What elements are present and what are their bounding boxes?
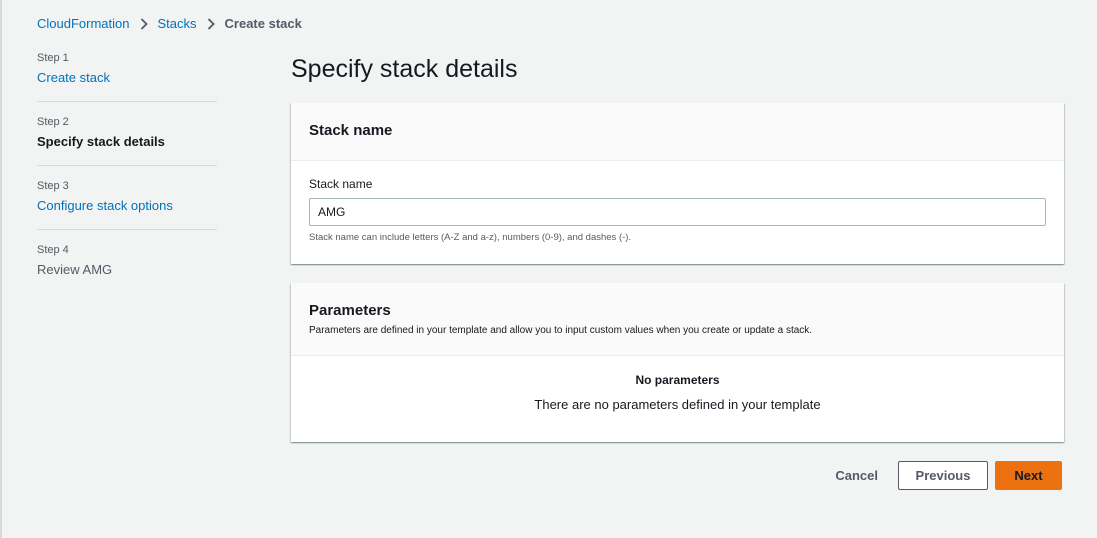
panel-header: Stack name bbox=[291, 103, 1064, 161]
next-button[interactable]: Next bbox=[995, 461, 1062, 490]
step-review: Review AMG bbox=[37, 262, 113, 277]
breadcrumb-cloudformation[interactable]: CloudFormation bbox=[37, 16, 130, 31]
page-title: Specify stack details bbox=[291, 55, 518, 83]
step-current-specify-details: Specify stack details bbox=[37, 134, 165, 149]
step-1: Step 1 Create stack bbox=[37, 52, 217, 102]
step-number: Step 3 bbox=[37, 180, 69, 192]
parameters-description: Parameters are defined in your template … bbox=[309, 325, 813, 336]
step-4: Step 4 Review AMG bbox=[37, 244, 217, 293]
cancel-button[interactable]: Cancel bbox=[815, 461, 898, 490]
panel-title: Stack name bbox=[309, 122, 393, 139]
stack-name-hint: Stack name can include letters (A-Z and … bbox=[309, 232, 632, 243]
step-link-configure-options[interactable]: Configure stack options bbox=[37, 198, 217, 213]
form-actions: Cancel Previous Next bbox=[815, 461, 1062, 490]
step-number: Step 2 bbox=[37, 116, 69, 128]
step-number: Step 4 bbox=[37, 244, 69, 256]
step-link-create-stack[interactable]: Create stack bbox=[37, 70, 217, 85]
breadcrumb-current: Create stack bbox=[224, 16, 302, 31]
stack-name-label: Stack name bbox=[309, 177, 373, 191]
step-number: Step 1 bbox=[37, 52, 69, 64]
stack-name-panel: Stack name Stack name Stack name can inc… bbox=[291, 103, 1064, 264]
stack-name-input[interactable] bbox=[309, 198, 1046, 226]
panel-body: Stack name Stack name can include letter… bbox=[291, 161, 1064, 259]
empty-state-title: No parameters bbox=[635, 373, 720, 387]
panel-title: Parameters bbox=[309, 302, 391, 319]
parameters-panel: Parameters Parameters are defined in you… bbox=[291, 283, 1064, 442]
breadcrumb: CloudFormation Stacks Create stack bbox=[37, 16, 302, 31]
breadcrumb-stacks[interactable]: Stacks bbox=[158, 16, 197, 31]
step-2: Step 2 Specify stack details bbox=[37, 116, 217, 166]
empty-state: No parameters There are no parameters de… bbox=[291, 356, 1064, 412]
chevron-right-icon bbox=[207, 17, 215, 30]
empty-state-description: There are no parameters defined in your … bbox=[534, 397, 821, 412]
previous-button[interactable]: Previous bbox=[898, 461, 988, 490]
step-3: Step 3 Configure stack options bbox=[37, 180, 217, 230]
wizard-steps: Step 1 Create stack Step 2 Specify stack… bbox=[37, 52, 217, 307]
chevron-right-icon bbox=[140, 17, 148, 30]
panel-header: Parameters Parameters are defined in you… bbox=[291, 283, 1064, 356]
